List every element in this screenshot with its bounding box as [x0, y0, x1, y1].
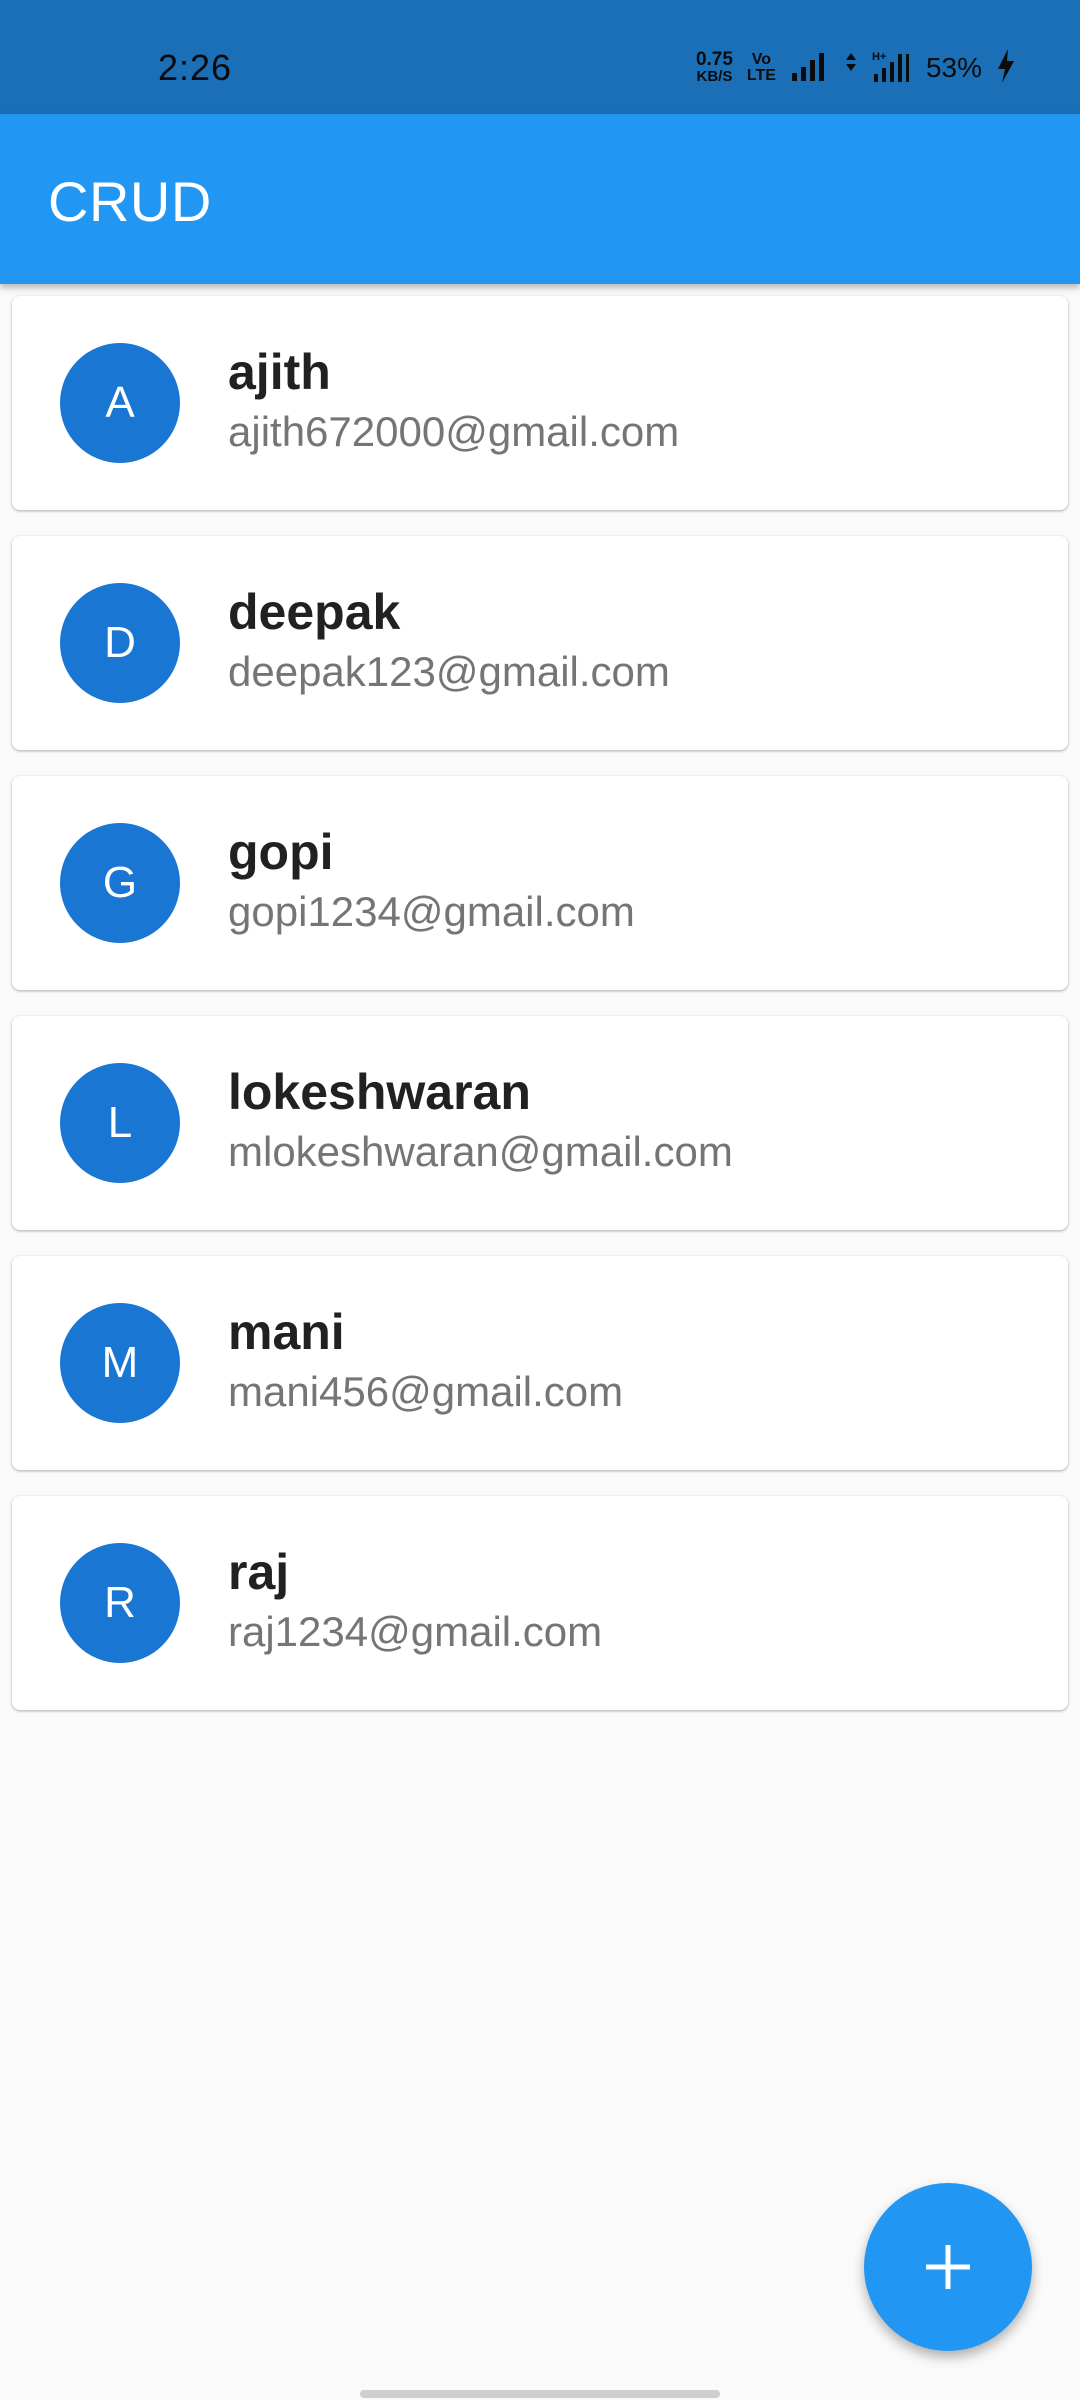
network-arrows-icon [844, 51, 858, 86]
list-item[interactable]: A ajith ajith672000@gmail.com [12, 296, 1068, 510]
app-title: CRUD [48, 170, 212, 233]
status-icons: 0.75 KB/S Vo LTE H+ 53% [696, 48, 1016, 88]
avatar: D [60, 583, 180, 703]
gesture-bar[interactable] [360, 2390, 720, 2398]
user-email: mani456@gmail.com [228, 1368, 624, 1415]
list-item[interactable]: R raj raj1234@gmail.com [12, 1496, 1068, 1710]
app-bar: CRUD [0, 114, 1080, 284]
add-user-button[interactable] [864, 2183, 1032, 2351]
user-email: ajith672000@gmail.com [228, 408, 680, 455]
list-item[interactable]: M mani mani456@gmail.com [12, 1256, 1068, 1470]
user-email: raj1234@gmail.com [228, 1608, 603, 1655]
list-item[interactable]: D deepak deepak123@gmail.com [12, 536, 1068, 750]
signal-icon [790, 51, 830, 86]
volte-top: Vo [751, 51, 772, 68]
battery-percent: 53% [925, 52, 982, 83]
user-name: mani [228, 1304, 345, 1360]
user-name: ajith [228, 344, 331, 400]
avatar: L [60, 1063, 180, 1183]
user-email: deepak123@gmail.com [228, 648, 670, 695]
user-list: A ajith ajith672000@gmail.com D deepak d… [12, 296, 1068, 1736]
plus-icon [924, 2243, 972, 2291]
user-name: lokeshwaran [228, 1064, 531, 1120]
user-name: deepak [228, 584, 401, 640]
avatar: A [60, 343, 180, 463]
net-speed-value: 0.75 [695, 49, 733, 70]
charging-icon [996, 48, 1016, 88]
avatar: M [60, 1303, 180, 1423]
net-speed-unit: KB/S [696, 68, 733, 85]
user-name: gopi [228, 824, 334, 880]
svg-text:H+: H+ [872, 51, 886, 63]
user-email: gopi1234@gmail.com [228, 888, 635, 935]
list-item[interactable]: L lokeshwaran mlokeshwaran@gmail.com [12, 1016, 1068, 1230]
list-item[interactable]: G gopi gopi1234@gmail.com [12, 776, 1068, 990]
avatar: G [60, 823, 180, 943]
avatar: R [60, 1543, 180, 1663]
user-name: raj [228, 1544, 290, 1600]
status-bar: 2:26 0.75 KB/S Vo LTE H+ 53% [0, 0, 1080, 114]
net-speed: 0.75 KB/S [695, 49, 733, 85]
status-time: 2:26 [158, 47, 233, 88]
volte-indicator: Vo LTE [747, 52, 776, 84]
signal-h-plus-icon: H+ [872, 50, 912, 87]
user-email: mlokeshwaran@gmail.com [228, 1128, 733, 1175]
volte-bottom: LTE [746, 67, 776, 84]
